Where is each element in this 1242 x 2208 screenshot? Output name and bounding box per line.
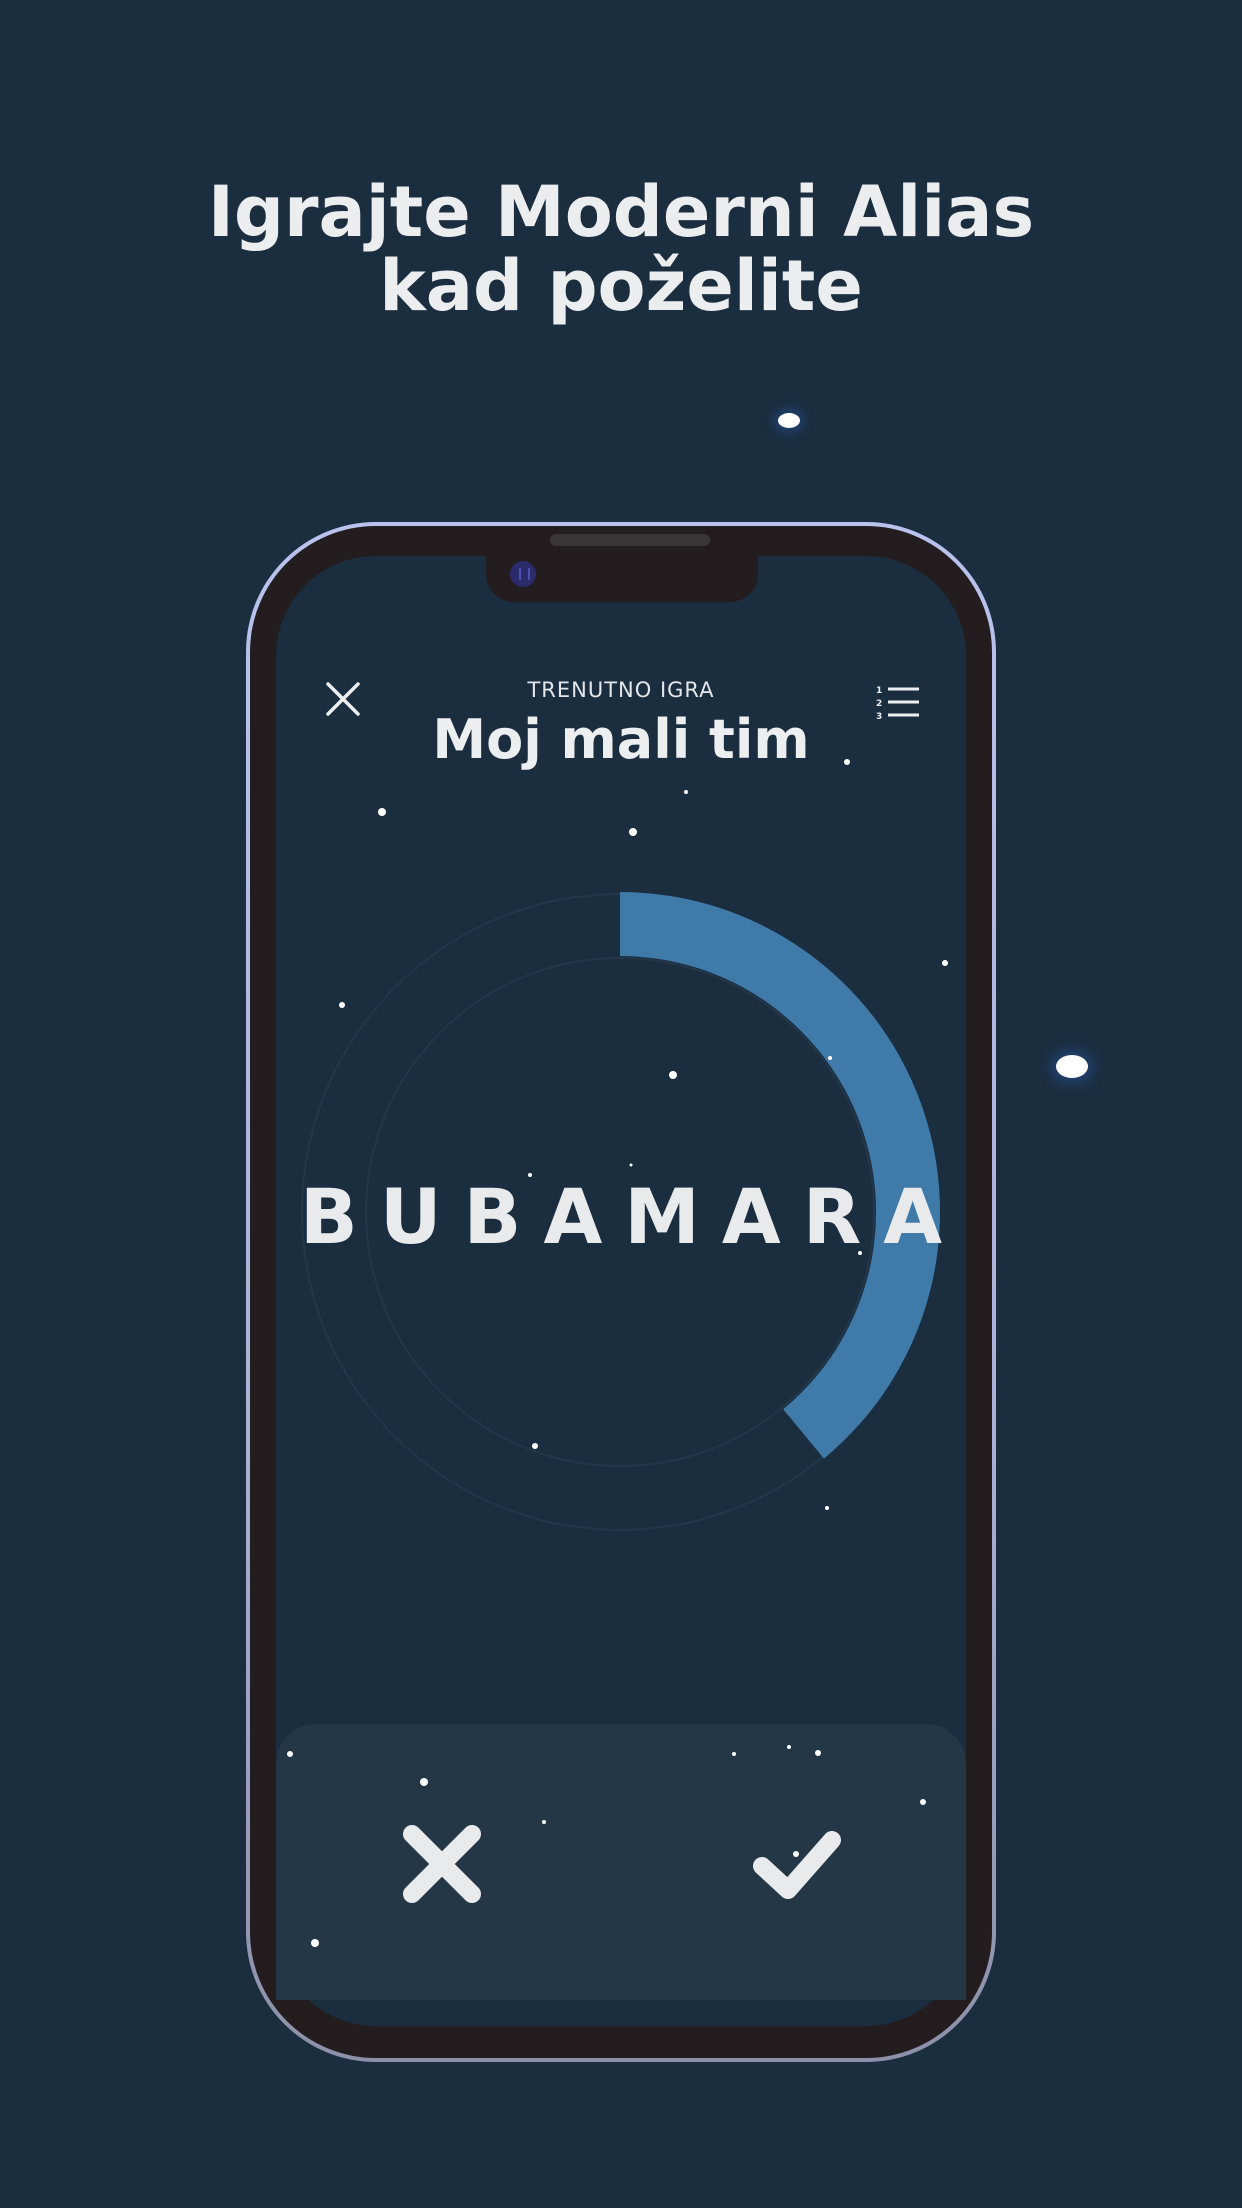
svg-text:1: 1 — [876, 686, 882, 696]
svg-text:2: 2 — [876, 699, 882, 709]
promo-headline: Igrajte Moderni Alias kad poželite — [0, 175, 1242, 323]
wrong-answer-button[interactable] — [398, 1820, 486, 1908]
star-decoration — [1056, 1055, 1088, 1078]
ranked-list-icon: 1 2 3 — [876, 686, 919, 722]
svg-text:3: 3 — [876, 712, 882, 722]
phone-notch — [486, 556, 758, 602]
cross-icon — [403, 1825, 481, 1903]
phone-speaker — [550, 534, 710, 546]
current-word: BUBAMARA — [299, 1172, 965, 1261]
close-button[interactable] — [320, 676, 366, 722]
correct-answer-button[interactable] — [750, 1826, 844, 1902]
close-icon — [326, 682, 360, 716]
star-decoration — [778, 413, 800, 428]
leaderboard-button[interactable]: 1 2 3 — [874, 682, 922, 722]
headline-line-1: Igrajte Moderni Alias — [207, 171, 1035, 253]
camera-icon — [510, 561, 536, 587]
app-store-screenshot: Igrajte Moderni Alias kad poželite TRENU… — [0, 0, 1242, 2208]
checkmark-icon — [753, 1831, 841, 1899]
headline-line-2: kad poželite — [379, 245, 863, 327]
answer-panel — [276, 1724, 966, 2000]
